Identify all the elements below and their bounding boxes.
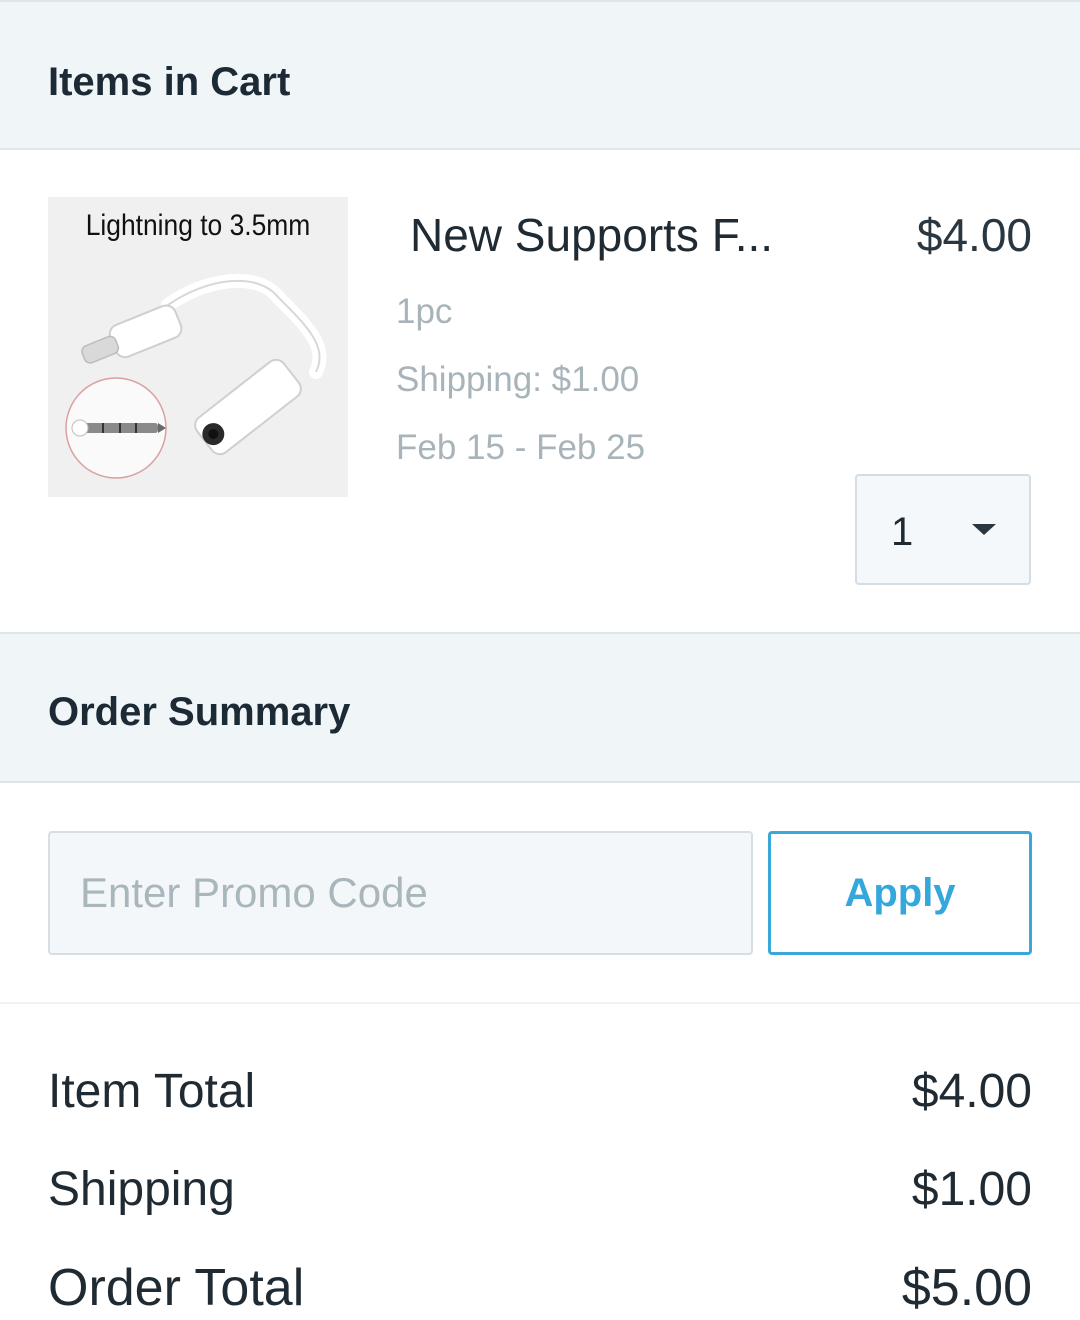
quantity-value: 1 [891, 510, 914, 554]
apply-button[interactable]: Apply [768, 831, 1032, 955]
product-price: $4.00 [916, 209, 1032, 261]
caret-down-icon [972, 524, 996, 535]
cable-illustration [65, 273, 327, 479]
section-title: Order Summary [48, 690, 351, 734]
quantity-select[interactable]: 1 [855, 474, 1031, 585]
shipping-value: $1.00 [911, 1163, 1032, 1216]
item-total-label: Item Total [48, 1065, 256, 1118]
order-total-value: $5.00 [901, 1259, 1032, 1317]
delivery-estimate: Feb 15 - Feb 25 [396, 428, 646, 467]
product-unit: 1pc [396, 292, 453, 331]
product-image[interactable]: Lightning to 3.5mm [48, 197, 348, 497]
product-name[interactable]: New Supports F... [410, 208, 773, 262]
item-total-value: $4.00 [911, 1065, 1032, 1118]
section-title: Items in Cart [48, 60, 291, 104]
cart-page: Items in Cart Lightning to 3.5mm New Sup… [0, 0, 1080, 1320]
order-total-label: Order Total [48, 1259, 305, 1317]
shipping-label: Shipping [48, 1163, 235, 1216]
items-in-cart-header: Items in Cart [0, 0, 1080, 150]
divider [0, 1002, 1080, 1004]
product-shipping: Shipping: $1.00 [396, 360, 640, 399]
promo-code-input[interactable] [48, 831, 753, 955]
